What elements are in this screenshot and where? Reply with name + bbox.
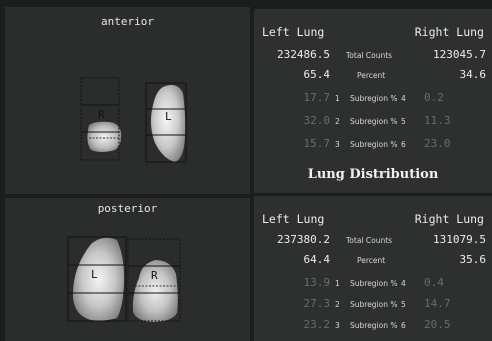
total-counts-label: Total Counts: [346, 51, 393, 60]
subregion-label: Subregion %: [350, 94, 398, 103]
left-subregion-number: 1: [335, 94, 340, 103]
posterior-left-lung-label: L: [91, 268, 98, 281]
total-counts-label: Total Counts: [346, 236, 393, 245]
right-total-counts: 123045.7: [433, 48, 486, 61]
right-subregion-value: 23.0: [424, 137, 451, 150]
left-subregion-number: 1: [335, 279, 340, 288]
right-subregion-value: 0.2: [424, 91, 444, 104]
left-total-counts: 237380.2: [277, 233, 330, 246]
right-subregion-number: 6: [401, 140, 406, 149]
subregion-label: Subregion %: [350, 140, 398, 149]
left-subregion-number: 3: [335, 140, 340, 149]
anterior-stats-panel: Left Lung Right Lung 232486.5 Total Coun…: [254, 9, 492, 193]
left-lung-header: Left Lung: [262, 212, 325, 226]
posterior-lung-scan: [67, 236, 181, 322]
right-subregion-number: 4: [401, 279, 406, 288]
left-subregion-number: 2: [335, 117, 340, 126]
right-total-counts: 131079.5: [433, 233, 486, 246]
left-subregion-value: 13.9: [303, 276, 331, 289]
percent-label: Percent: [357, 71, 386, 80]
left-subregion-number: 3: [335, 321, 340, 330]
anterior-lung-scan: [80, 77, 187, 163]
anterior-image-panel[interactable]: anterior R L: [5, 7, 250, 194]
right-subregion-number: 6: [401, 321, 406, 330]
posterior-image-panel[interactable]: posterior L R: [5, 198, 250, 341]
anterior-right-lung: [87, 121, 122, 152]
left-total-counts: 232486.5: [277, 48, 330, 61]
anterior-left-lung-label: L: [165, 110, 172, 123]
subregion-label: Subregion %: [350, 321, 398, 330]
right-subregion-value: 14.7: [424, 297, 451, 310]
left-subregion-number: 2: [335, 300, 340, 309]
left-lung-header: Left Lung: [262, 25, 325, 39]
left-percent: 65.4: [303, 68, 331, 81]
posterior-right-lung-label: R: [151, 269, 158, 282]
subregion-label: Subregion %: [350, 300, 398, 309]
left-subregion-value: 15.7: [303, 137, 331, 150]
right-subregion-value: 0.4: [424, 276, 444, 289]
left-subregion-value: 17.7: [303, 91, 331, 104]
right-subregion-value: 20.5: [424, 318, 451, 331]
left-subregion-value: 23.2: [303, 318, 331, 331]
right-percent: 34.6: [459, 68, 487, 81]
right-lung-header: Right Lung: [414, 212, 484, 226]
left-percent: 64.4: [303, 253, 331, 266]
subregion-label: Subregion %: [350, 279, 398, 288]
percent-label: Percent: [357, 256, 386, 265]
right-lung-header: Right Lung: [414, 25, 484, 39]
left-subregion-value: 27.3: [303, 297, 331, 310]
lung-distribution-title: Lung Distribution: [307, 167, 439, 182]
right-percent: 35.6: [459, 253, 487, 266]
anterior-right-lung-label: R: [98, 108, 105, 121]
posterior-left-lung: [72, 237, 125, 321]
posterior-stats-panel: Left Lung Right Lung 237380.2 Total Coun…: [254, 196, 492, 341]
anterior-left-lung: [150, 85, 186, 162]
right-subregion-number: 4: [401, 94, 406, 103]
subregion-label: Subregion %: [350, 117, 398, 126]
right-subregion-number: 5: [401, 117, 406, 126]
right-subregion-value: 11.3: [424, 114, 451, 127]
left-subregion-value: 32.0: [303, 114, 331, 127]
right-subregion-number: 5: [401, 300, 406, 309]
